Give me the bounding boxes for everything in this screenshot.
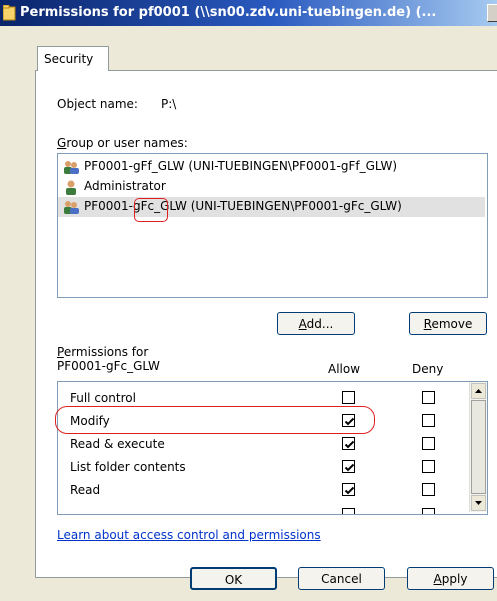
list-item[interactable]: PF0001-gFf_GLW (UNI-TUEBINGEN\PF0001-gFf…: [58, 157, 485, 177]
checkmark-icon: [344, 417, 355, 426]
user-icon: [66, 180, 76, 195]
deny-column-header: Deny: [412, 362, 444, 376]
permission-row-read-execute: Read & execute: [58, 433, 468, 456]
permission-name: Read & execute: [70, 437, 165, 451]
user-name: Administrator: [84, 179, 166, 193]
permissions-principal-label: PF0001-gFc_GLW: [57, 359, 160, 373]
ok-button[interactable]: OK: [190, 567, 277, 590]
list-item[interactable]: Administrator: [58, 177, 485, 197]
allow-checkbox[interactable]: [342, 391, 355, 404]
permission-row-read: Read: [58, 479, 468, 502]
tab-security-label: Security: [44, 52, 94, 66]
deny-checkbox[interactable]: [422, 460, 435, 473]
add-button[interactable]: Add...: [277, 312, 355, 335]
permissions-for-label: Permissions for: [57, 345, 149, 359]
deny-checkbox-partial[interactable]: [422, 508, 435, 514]
permission-row-modify: Modify: [58, 410, 468, 433]
allow-checkbox-checked[interactable]: [342, 414, 355, 427]
allow-checkbox-checked[interactable]: [342, 460, 355, 473]
checkmark-icon: [344, 486, 355, 495]
permission-name: Modify: [70, 414, 110, 428]
user-name: PF0001-gFc_GLW (UNI-TUEBINGEN\PF0001-gFc…: [84, 199, 402, 213]
deny-checkbox[interactable]: [422, 414, 435, 427]
permission-row-list-folder-contents: List folder contents: [58, 456, 468, 479]
permission-name: Full control: [70, 391, 136, 405]
users-group-icon: [64, 201, 79, 214]
learn-access-control-link[interactable]: Learn about access control and permissio…: [57, 528, 321, 542]
object-name-label: Object name:: [57, 97, 138, 111]
permission-row-full-control: Full control: [58, 387, 468, 410]
user-name: PF0001-gFf_GLW (UNI-TUEBINGEN\PF0001-gFf…: [84, 159, 398, 173]
checkmark-icon: [344, 440, 355, 449]
allow-checkbox-checked[interactable]: [342, 437, 355, 450]
user-listbox[interactable]: PF0001-gFf_GLW (UNI-TUEBINGEN\PF0001-gFf…: [57, 153, 488, 298]
tab-security[interactable]: Security: [37, 46, 109, 71]
permission-name: List folder contents: [70, 460, 186, 474]
folder-icon: [3, 5, 16, 21]
window-title: Permissions for pf0001 (\\sn00.zdv.uni-t…: [20, 5, 437, 20]
title-bar: Permissions for pf0001 (\\sn00.zdv.uni-t…: [0, 0, 497, 26]
allow-checkbox-partial[interactable]: [342, 508, 355, 514]
deny-checkbox[interactable]: [422, 437, 435, 450]
allow-checkbox-checked[interactable]: [342, 483, 355, 496]
scroll-up-button[interactable]: [471, 383, 486, 399]
object-name-value: P:\: [161, 97, 177, 111]
group-or-user-names-label: Group or user names:: [57, 136, 188, 150]
permissions-scrollbar[interactable]: [469, 382, 487, 512]
scrollbar-thumb[interactable]: [471, 400, 486, 494]
deny-checkbox[interactable]: [422, 391, 435, 404]
close-button[interactable]: [487, 4, 497, 22]
permission-name: Read: [70, 483, 101, 497]
permissions-table: Full control Modify Read & execute List …: [57, 381, 488, 515]
remove-button[interactable]: Remove: [409, 312, 487, 335]
scroll-down-button[interactable]: [471, 495, 486, 511]
allow-column-header: Allow: [328, 362, 361, 376]
arrow-up-icon: [475, 389, 482, 393]
deny-checkbox[interactable]: [422, 483, 435, 496]
checkmark-icon: [344, 463, 355, 472]
users-group-icon: [64, 161, 79, 174]
list-item-selected[interactable]: PF0001-gFc_GLW (UNI-TUEBINGEN\PF0001-gFc…: [58, 197, 485, 217]
cancel-button[interactable]: Cancel: [298, 567, 385, 590]
apply-button[interactable]: Apply: [407, 567, 494, 590]
arrow-down-icon: [475, 501, 482, 505]
